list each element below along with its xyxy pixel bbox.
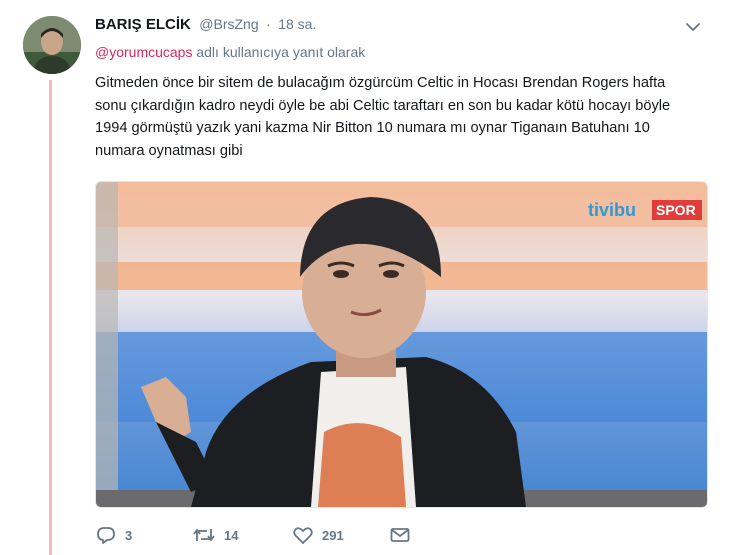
reply-mention-link[interactable]: @yorumcucaps bbox=[95, 44, 192, 60]
tweet-time[interactable]: 18 sa. bbox=[278, 16, 316, 32]
reply-context-label: adlı kullanıcıya yanıt olarak bbox=[192, 44, 366, 60]
retweet-icon bbox=[193, 528, 215, 542]
like-button[interactable]: 291 bbox=[292, 522, 344, 548]
retweet-count: 14 bbox=[224, 527, 239, 543]
reply-icon bbox=[97, 527, 115, 544]
retweet-button[interactable]: 14 bbox=[192, 522, 238, 548]
reply-context: @yorumcucaps adlı kullanıcıya yanıt olar… bbox=[95, 44, 365, 60]
tweet-actions: 3 14 291 bbox=[95, 522, 495, 548]
display-name[interactable]: BARIŞ ELCİK bbox=[95, 16, 191, 33]
reply-button[interactable]: 3 bbox=[95, 522, 132, 548]
chevron-down-icon[interactable] bbox=[683, 18, 703, 36]
envelope-icon bbox=[390, 528, 410, 542]
thread-line bbox=[49, 80, 52, 555]
like-count: 291 bbox=[322, 527, 344, 543]
reply-count: 3 bbox=[125, 527, 133, 543]
channel-logo: tivibu bbox=[588, 200, 636, 220]
avatar-image bbox=[23, 16, 81, 74]
direct-message-button[interactable] bbox=[389, 522, 411, 548]
separator-dot: · bbox=[266, 16, 271, 32]
tweet-header: BARIŞ ELCİK @BrsZng · 18 sa. bbox=[95, 16, 695, 36]
avatar[interactable] bbox=[23, 16, 81, 74]
user-handle[interactable]: @BrsZng bbox=[199, 16, 258, 32]
tweet-text: Gitmeden önce bir sitem de bulacağım özg… bbox=[95, 75, 671, 159]
tv-studio-photo: tivibu SPOR bbox=[96, 182, 707, 507]
channel-tag: SPOR bbox=[656, 202, 696, 218]
heart-icon bbox=[293, 527, 313, 544]
tweet-media-image[interactable]: tivibu SPOR bbox=[95, 181, 708, 508]
